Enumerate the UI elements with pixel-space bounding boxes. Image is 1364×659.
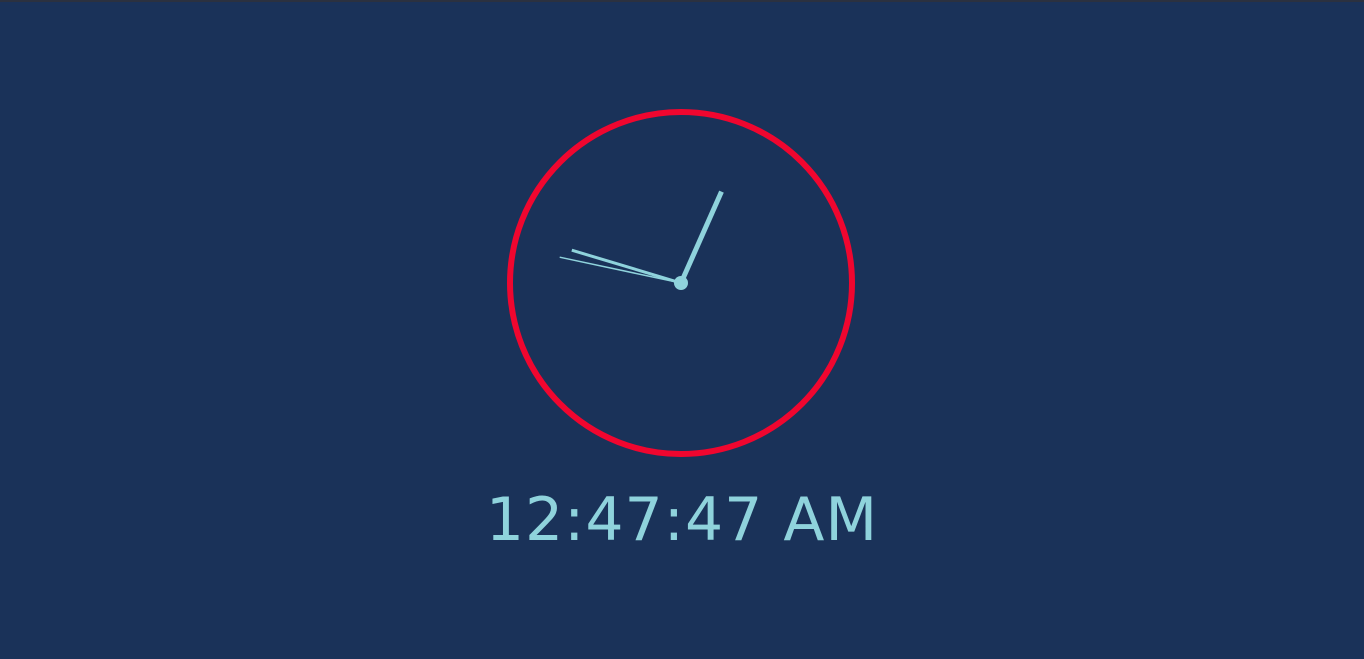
hour-hand	[678, 190, 724, 285]
minute-hand	[571, 248, 682, 285]
analog-clock	[507, 109, 855, 457]
digital-time-readout: 12:47:47 AM	[485, 485, 879, 555]
clock-page: 12:47:47 AM	[0, 2, 1364, 659]
second-hand	[559, 256, 682, 284]
clock-center-hub	[674, 276, 688, 290]
